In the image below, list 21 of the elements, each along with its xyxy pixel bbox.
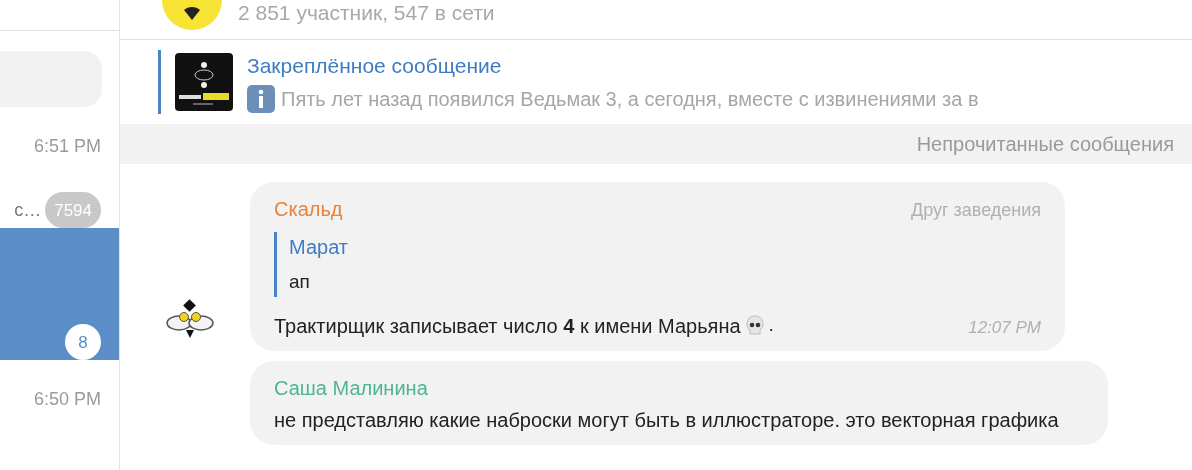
message-text: . (768, 313, 774, 338)
chat-time: 6:51 PM (33, 135, 101, 159)
chat-list-item[interactable]: 8 (0, 228, 119, 361)
reply-text: ап (289, 270, 311, 294)
reply-quote[interactable]: Марат ап (274, 232, 1041, 297)
member-title: Друг заведения (910, 199, 1041, 222)
group-avatar-icon (160, 0, 224, 30)
message-text: не представляю какие наброски могут быть в иллюстраторе. это векторная графика (274, 407, 1059, 433)
skull-icon (744, 314, 765, 337)
info-icon (247, 84, 275, 113)
pinned-text: Пять лет назад появился Ведьмак 3, а сегодня, вместе с извинениями за в (281, 86, 979, 112)
chat-preview: с… (14, 198, 42, 222)
sender-name[interactable]: Скальд (274, 194, 343, 224)
pinned-title[interactable]: Закреплённое сообщение (247, 50, 979, 82)
sender-name[interactable]: Саша Малинина (274, 372, 428, 403)
chat-time: 6:50 PM (33, 388, 101, 412)
message-text: Трактирщик записывает число 4 к имени Марьяна (274, 313, 741, 339)
unread-count: 8 (65, 324, 101, 361)
message-time: 12:07 PM (968, 317, 1041, 339)
member-count: 2 851 участник, 547 в сети (238, 0, 495, 26)
reply-sender: Марат (289, 235, 349, 260)
